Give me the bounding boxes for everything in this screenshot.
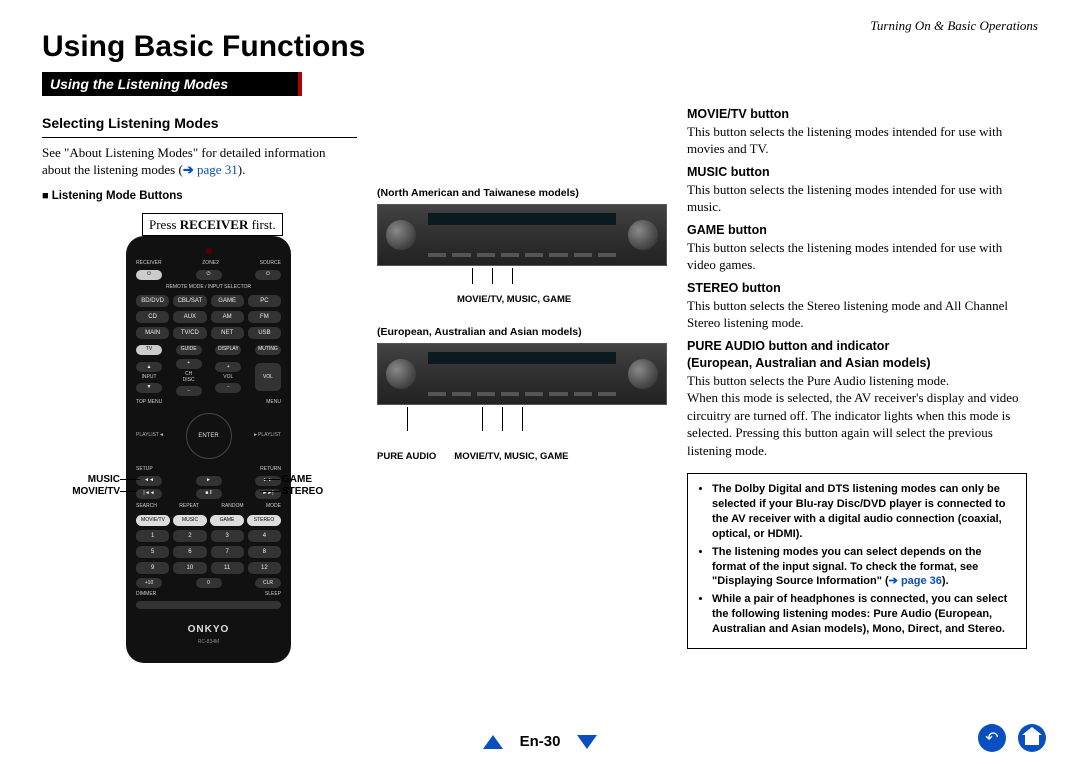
rc-game: GAME button This button selects the list…	[687, 222, 1027, 274]
panel1-label: (North American and Taiwanese models)	[377, 186, 667, 200]
callout-movietv: MOVIE/TV	[62, 485, 120, 499]
subhead-selecting: Selecting Listening Modes	[42, 114, 357, 133]
page-footer: En-30	[0, 733, 1080, 750]
tip-receiver-first: Press RECEIVER first.	[142, 213, 283, 237]
rc-stereo: STEREO button This button selects the St…	[687, 280, 1027, 332]
panel1-callout: MOVIE/TV, MUSIC, GAME	[457, 294, 667, 307]
section-bar: Using the Listening Modes	[42, 72, 302, 96]
panel2-callout-b: MOVIE/TV, MUSIC, GAME	[454, 451, 568, 464]
remote-control: RECEIVER ZONE2 SOURCE ⏻⏻⏻ REMOTE MODE / …	[126, 236, 291, 663]
header-breadcrumb: Turning On & Basic Operations	[870, 18, 1038, 34]
panel2-label: (European, Australian and Asian models)	[377, 325, 667, 339]
rc-pureaudio: PURE AUDIO button and indicator (Europea…	[687, 338, 1027, 459]
rc-music: MUSIC button This button selects the lis…	[687, 164, 1027, 216]
subhead-lm-buttons: Listening Mode Buttons	[42, 189, 357, 205]
body-selecting: See "About Listening Modes" for detailed…	[42, 144, 357, 179]
notes-box: The Dolby Digital and DTS listening mode…	[687, 473, 1027, 648]
panel2-callout-a: PURE AUDIO	[377, 451, 436, 464]
nav-next-icon[interactable]	[577, 735, 597, 749]
front-panel-2	[377, 343, 667, 405]
nav-back-icon[interactable]: ↶	[978, 724, 1006, 752]
callout-stereo: STEREO	[282, 485, 323, 499]
remote-logo: ONKYO	[136, 623, 281, 637]
remote-lm-buttons: MOVIE/TV MUSIC GAME STEREO	[136, 515, 281, 526]
rc-movietv: MOVIE/TV button This button selects the …	[687, 106, 1027, 158]
nav-prev-icon[interactable]	[483, 735, 503, 749]
link-page36[interactable]: page 36	[901, 575, 942, 587]
page-number: En-30	[520, 733, 561, 750]
front-panel-1	[377, 204, 667, 266]
link-page31[interactable]: page 31	[197, 162, 238, 177]
nav-home-icon[interactable]	[1018, 724, 1046, 752]
page-title: Using Basic Functions	[42, 30, 1038, 64]
